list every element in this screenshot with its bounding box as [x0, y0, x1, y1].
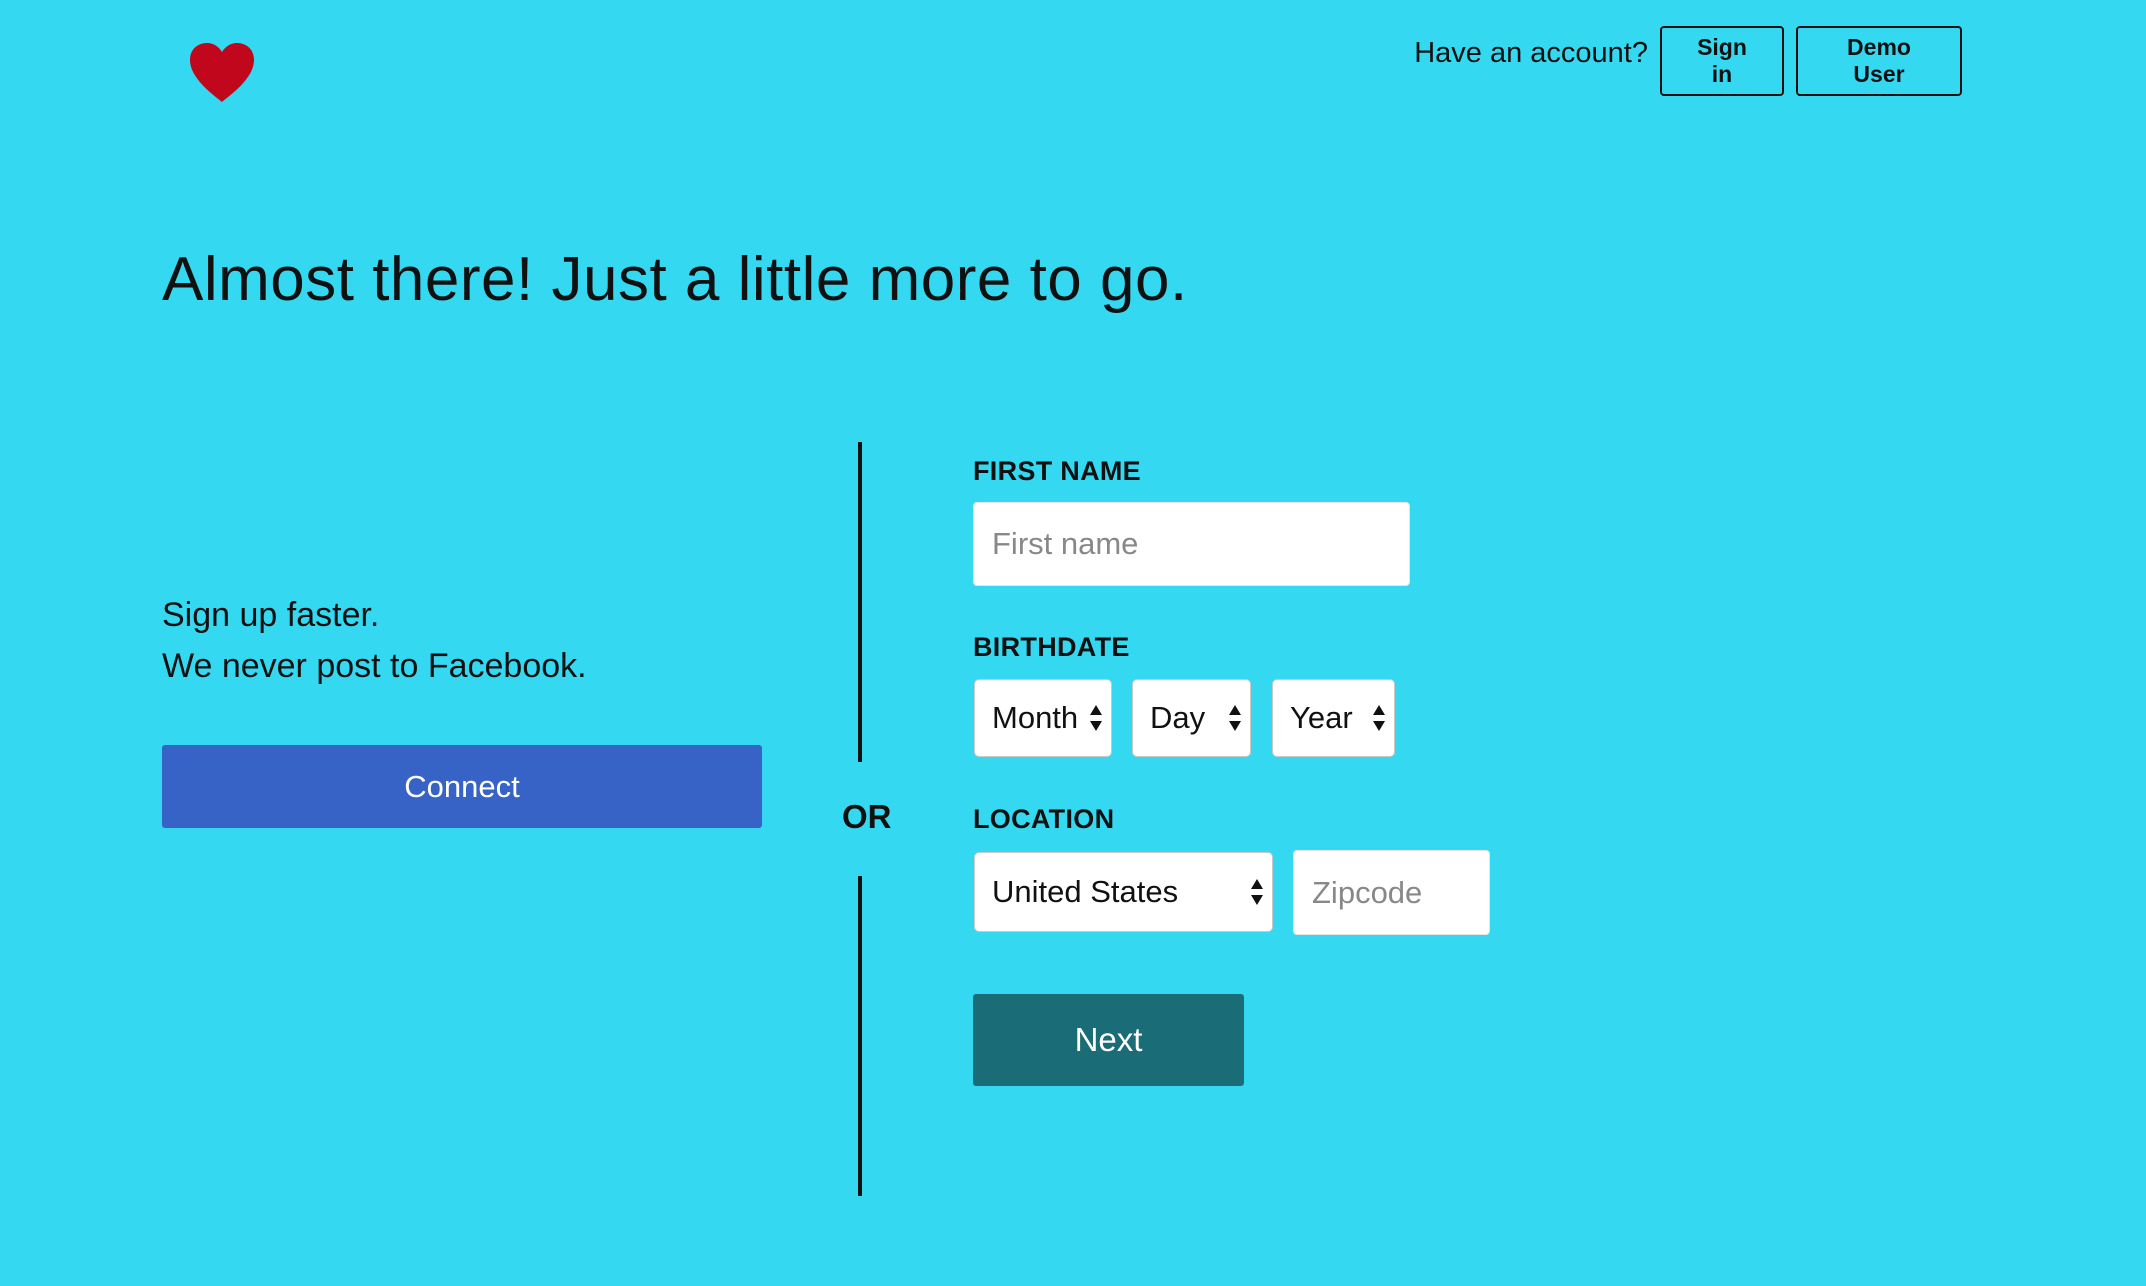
select-arrows-icon: [1250, 878, 1264, 906]
select-arrows-icon: [1372, 704, 1386, 732]
select-arrows-icon: [1089, 704, 1103, 732]
signup-faster-text: Sign up faster.: [162, 596, 380, 634]
birthdate-label: BIRTHDATE: [973, 632, 1130, 662]
country-select-value: United States: [992, 874, 1179, 909]
month-select-value: Month: [992, 700, 1079, 735]
or-separator: OR: [842, 798, 892, 835]
page-headline: Almost there! Just a little more to go.: [162, 245, 1188, 314]
year-select-value: Year: [1290, 700, 1353, 735]
first-name-input[interactable]: [973, 502, 1410, 586]
month-select[interactable]: Month: [974, 679, 1112, 757]
year-select[interactable]: Year: [1272, 679, 1395, 757]
zipcode-input[interactable]: [1293, 850, 1490, 935]
divider-line-top: [858, 442, 862, 762]
header-account-area: Have an account? Sign in Demo User: [1414, 26, 1962, 96]
demo-user-button[interactable]: Demo User: [1796, 26, 1962, 96]
have-account-text: Have an account?: [1414, 36, 1648, 69]
select-arrows-icon: [1228, 704, 1242, 732]
facebook-connect-button[interactable]: Connect: [162, 745, 762, 828]
next-button[interactable]: Next: [973, 994, 1244, 1086]
day-select-value: Day: [1150, 700, 1206, 735]
location-label: LOCATION: [973, 804, 1115, 834]
heart-icon: [190, 43, 254, 102]
never-post-text: We never post to Facebook.: [162, 647, 587, 685]
first-name-label: FIRST NAME: [973, 456, 1141, 486]
facebook-signup-text: Sign up faster. We never post to Faceboo…: [162, 590, 587, 692]
logo-heart-icon[interactable]: [188, 42, 256, 104]
day-select[interactable]: Day: [1132, 679, 1251, 757]
sign-in-button[interactable]: Sign in: [1660, 26, 1784, 96]
country-select[interactable]: United States: [974, 852, 1273, 932]
divider-line-bottom: [858, 876, 862, 1196]
